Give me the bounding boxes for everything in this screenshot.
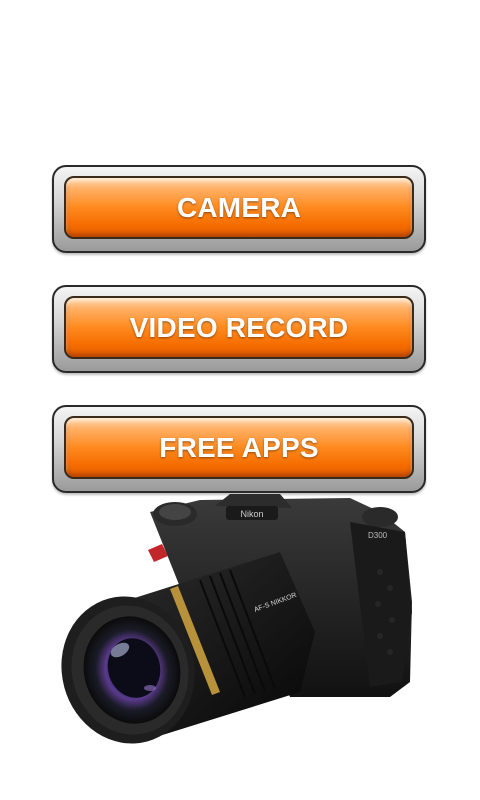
camera-button[interactable]: CAMERA	[52, 165, 426, 253]
camera-button-label: CAMERA	[176, 191, 302, 223]
camera-lens: AF-S NIKKOR	[61, 552, 315, 744]
main-screen: CAMERA VIDEO RECORD FREE APPS Nikon D300…	[0, 0, 480, 800]
free-apps-button-label: FREE APPS	[159, 431, 319, 463]
dslr-camera-image: Nikon D300 AF-S NIKKOR	[61, 494, 412, 744]
free-apps-button-face[interactable]: FREE APPS	[64, 416, 414, 479]
video-record-button[interactable]: VIDEO RECORD	[52, 285, 426, 373]
free-apps-button[interactable]: FREE APPS	[52, 405, 426, 493]
video-record-button-face[interactable]: VIDEO RECORD	[64, 296, 414, 359]
video-record-button-label: VIDEO RECORD	[129, 311, 349, 343]
svg-text:D300: D300	[368, 531, 388, 540]
svg-text:Nikon: Nikon	[240, 509, 263, 519]
camera-button-face[interactable]: CAMERA	[64, 176, 414, 239]
